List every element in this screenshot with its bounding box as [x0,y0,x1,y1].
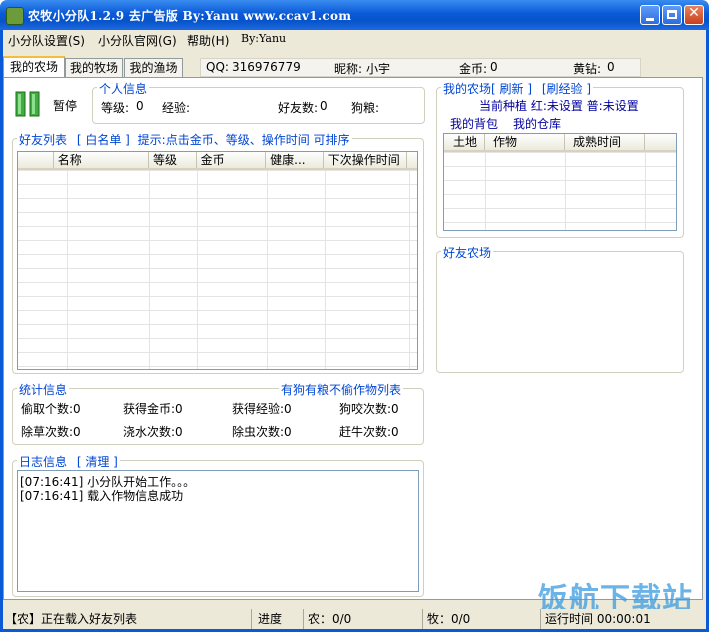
qq-label: QQ: [206,60,229,74]
col-filler [645,134,676,150]
friend-farm-legend: 好友农场 [441,244,494,261]
diamond-value: 0 [607,60,615,74]
nickname-value: 小宇 [366,62,391,76]
stat-cattle-chase: 赶牛次数:0 [339,425,399,439]
friends-table-header: 名称 等级 金币 健康... 下次操作时间 [18,152,417,170]
grid-line [67,170,68,369]
col-blank[interactable] [18,152,54,168]
tab-my-ranch[interactable]: 我的牧场 [65,58,123,77]
col-level[interactable]: 等级 [149,152,197,168]
maximize-button[interactable] [662,5,682,25]
exp-label: 经验: [162,101,191,115]
stat-steal-count: 偷取个数:0 [21,402,81,416]
stat-exp-gained: 获得经验:0 [232,402,292,416]
close-button[interactable]: ✕ [684,5,704,25]
friends-table-body[interactable] [18,170,417,369]
stat-dog-bites: 狗咬次数:0 [339,402,399,416]
col-next-op-time[interactable]: 下次操作时间 [324,152,408,168]
personal-info-legend: 个人信息 [97,80,150,97]
my-farm-legend-row: 我的农场[ 刷新 ] [刷经验 ] [441,80,594,97]
whitelist-link[interactable]: [ 白名单 ] [77,133,130,147]
grid-line [197,170,198,369]
friends-table[interactable]: 名称 等级 金币 健康... 下次操作时间 [17,151,418,370]
grid-line [645,152,646,230]
grid-line [325,170,326,369]
friends-count-label: 好友数: [278,101,319,115]
grid-line [565,152,566,230]
grid-line [409,170,410,369]
maximize-icon [667,10,677,19]
col-name[interactable]: 名称 [54,152,150,168]
window-title: 农牧小分队1.2.9 去广告版 By:Yanu www.ccav1.com [28,9,352,23]
col-land[interactable]: 土地 [444,134,485,150]
farm-land-table-header: 土地 作物 成熟时间 [444,134,676,152]
log-line: [07:16:41] 载入作物信息成功 [20,489,184,503]
level-label: 等级: [101,101,130,115]
status-runtime: 运行时间 00:00:01 [545,612,651,626]
friends-count-value: 0 [320,99,328,113]
grid-line [149,170,150,369]
no-steal-list-link[interactable]: 有狗有粮不偷作物列表 [279,381,404,398]
refresh-link[interactable]: [ 刷新 ] [491,82,532,96]
brush-exp-link[interactable]: [刷经验 ] [542,82,591,96]
current-planting: 当前种植 红:未设置 普:未设置 [479,99,639,113]
col-crop[interactable]: 作物 [485,134,565,150]
pause-icon[interactable] [14,91,42,117]
log-label: 日志信息 [19,455,68,469]
minimize-icon [646,18,654,21]
tab-my-fishery[interactable]: 我的渔场 [124,58,183,77]
status-ranch-count: 牧：0/0 [425,609,541,629]
menu-website[interactable]: 小分队官网(G) [98,32,177,49]
col-mature-time[interactable]: 成熟时间 [565,134,645,150]
gold-label: 金币: [459,62,488,76]
minimize-button[interactable] [640,5,660,25]
sort-hint: 提示:点击金币、等级、操作时间 可排序 [137,133,350,147]
stats-legend: 统计信息 [17,381,70,398]
col-gold[interactable]: 金币 [197,152,267,168]
stat-debugging: 除虫次数:0 [232,425,292,439]
col-health[interactable]: 健康... [266,152,324,168]
gold-value: 0 [490,60,498,74]
friends-list-label: 好友列表 [19,133,68,147]
app-icon [6,7,24,25]
warehouse-link[interactable]: 我的仓库 [513,115,561,132]
menu-author[interactable]: By:Yanu [241,32,286,49]
friends-legend: 好友列表 [ 白名单 ] 提示:点击金币、等级、操作时间 可排序 [17,131,352,148]
backpack-link[interactable]: 我的背包 [450,115,498,132]
close-icon: ✕ [688,5,700,21]
status-progress-label: 进度 [254,609,304,629]
grid-line [267,170,268,369]
tab-my-farm[interactable]: 我的农场 [3,56,65,78]
diamond-label: 黄钻: [573,62,602,76]
menu-settings[interactable]: 小分队设置(S) [8,32,85,49]
farm-land-table-body[interactable] [444,152,676,230]
pause-button[interactable]: 暂停 [53,97,77,114]
stat-gold-gained: 获得金币:0 [123,402,183,416]
log-legend-row: 日志信息 [ 清理 ] [17,453,120,470]
dogfood-label: 狗粮: [351,101,380,115]
my-farm-label: 我的农场 [443,82,492,96]
friend-farm-group [436,251,684,373]
status-bar: 【农】正在载入好友列表 进度 农：0/0 牧：0/0 运行时间 00:00:01 [3,609,706,629]
stat-watering: 浇水次数:0 [123,425,183,439]
col-filler [407,152,417,168]
status-message: 【农】正在载入好友列表 [3,609,252,629]
log-textarea[interactable]: [07:16:41] 小分队开始工作。。。 [07:16:41] 载入作物信息成… [17,470,419,592]
qq-value: 316976779 [232,60,301,74]
level-value: 0 [136,99,144,113]
farm-land-table[interactable]: 土地 作物 成熟时间 [443,133,677,231]
stat-weeding: 除草次数:0 [21,425,81,439]
nickname-label: 昵称: [334,62,363,76]
menu-help[interactable]: 帮助(H) [187,32,229,49]
status-farm-count: 农：0/0 [306,609,423,629]
grid-line [485,152,486,230]
clear-log-link[interactable]: [ 清理 ] [77,455,118,469]
